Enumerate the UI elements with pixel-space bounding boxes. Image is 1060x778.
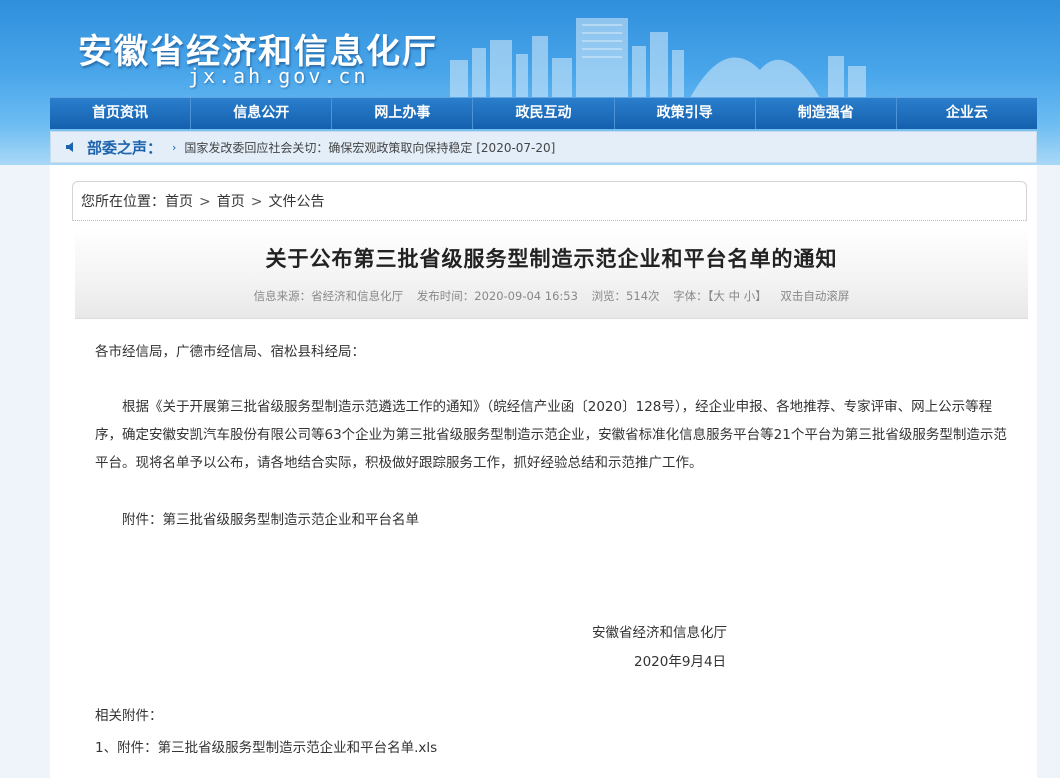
- notice-label: 部委之声：: [87, 138, 163, 157]
- site-domain: jx.ah.gov.cn: [188, 64, 369, 88]
- breadcrumb-link-home-2[interactable]: 首页: [217, 194, 245, 210]
- article-meta: 信息来源：省经济和信息化厅 发布时间：2020-09-04 16:53 浏览：5…: [75, 288, 1028, 304]
- speaker-icon: [66, 142, 73, 152]
- breadcrumb-separator: >: [250, 194, 263, 210]
- breadcrumb-link-home[interactable]: 首页: [165, 194, 193, 210]
- breadcrumb-separator: >: [199, 194, 211, 210]
- nav-item-policy-guide[interactable]: 政策引导: [615, 98, 756, 129]
- attachment-line: 附件：第三批省级服务型制造示范企业和平台名单: [122, 512, 419, 528]
- breadcrumb-prefix: 您所在位置：: [81, 194, 165, 210]
- font-size-switcher[interactable]: 【大 中 小】: [708, 289, 767, 303]
- notice-link[interactable]: 国家发改委回应社会关切：确保宏观政策取向保持稳定 [2020-07-20]: [184, 139, 555, 156]
- nav-item-info-disclosure[interactable]: 信息公开: [191, 98, 333, 129]
- meta-font-label: 字体：: [673, 289, 708, 303]
- salutation: 各市经信局，广德市经信局、宿松县科经局：: [95, 344, 365, 360]
- nav-item-interaction[interactable]: 政民互动: [473, 98, 615, 129]
- meta-source: 信息来源：省经济和信息化厅: [253, 289, 404, 303]
- breadcrumb: 您所在位置：首页 > 首页 > 文件公告: [81, 191, 324, 211]
- article-header: 关于公布第三批省级服务型制造示范企业和平台名单的通知 信息来源：省经济和信息化厅…: [75, 227, 1028, 319]
- related-attachment-link[interactable]: 1、附件：第三批省级服务型制造示范企业和平台名单.xls: [95, 734, 437, 762]
- meta-time: 发布时间：2020-09-04 16:53: [416, 289, 578, 303]
- article-title: 关于公布第三批省级服务型制造示范企业和平台名单的通知: [265, 246, 838, 271]
- auto-scroll-toggle[interactable]: 双击自动滚屏: [780, 289, 849, 303]
- nav-item-online-services[interactable]: 网上办事: [332, 98, 474, 129]
- divider: [73, 220, 1026, 221]
- main-navigation: 首页资讯 信息公开 网上办事 政民互动 政策引导 制造强省 企业云: [50, 97, 1037, 129]
- breadcrumb-box: 您所在位置：首页 > 首页 > 文件公告: [72, 181, 1027, 221]
- main-content: 您所在位置：首页 > 首页 > 文件公告 关于公布第三批省级服务型制造示范企业和平台名单…: [50, 165, 1037, 778]
- notice-bar: 部委之声： › 国家发改委回应社会关切：确保宏观政策取向保持稳定 [2020-0…: [50, 131, 1037, 163]
- meta-views: 浏览：514次: [591, 289, 660, 303]
- nav-item-enterprise-cloud[interactable]: 企业云: [897, 98, 1037, 129]
- related-attachments-label: 相关附件：: [95, 708, 163, 724]
- signature-date: 2020年9月4日: [634, 654, 727, 670]
- signature-organization: 安徽省经济和信息化厅: [592, 625, 727, 641]
- breadcrumb-link-announcements[interactable]: 文件公告: [268, 194, 324, 210]
- nav-item-home-news[interactable]: 首页资讯: [50, 98, 192, 129]
- city-skyline-banner: [450, 18, 866, 98]
- nav-item-manufacturing[interactable]: 制造强省: [756, 98, 897, 129]
- body-paragraph: 根据《关于开展第三批省级服务型制造示范遴选工作的通知》（皖经信产业函〔2020〕…: [95, 399, 1007, 471]
- notice-arrow-icon: ›: [172, 140, 177, 154]
